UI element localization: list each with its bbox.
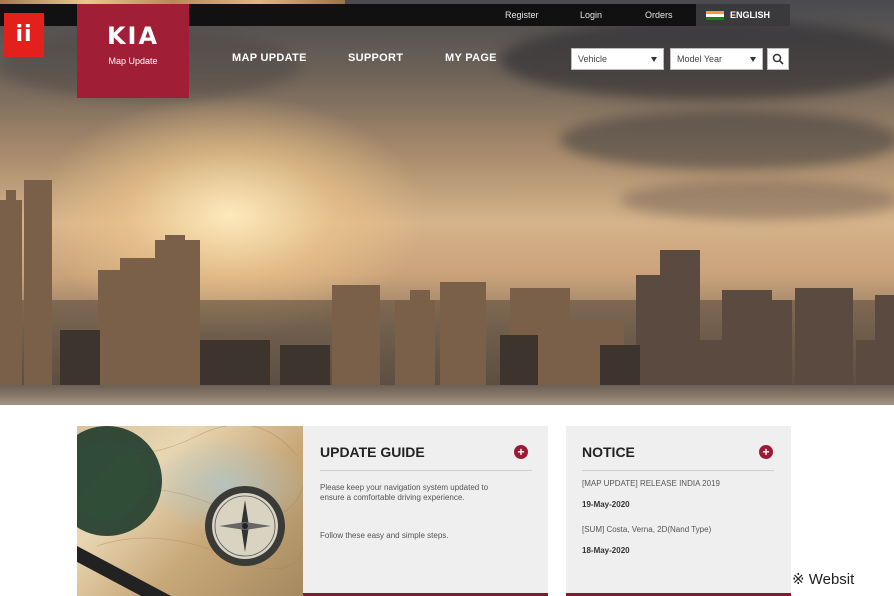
india-flag-icon — [706, 10, 724, 20]
search-icon — [772, 53, 784, 65]
waterfront — [0, 385, 894, 405]
website-note: ※ Websit — [792, 571, 855, 588]
vehicle-select[interactable]: Vehicle — [571, 48, 664, 70]
vehicle-select-value: Vehicle — [578, 54, 608, 64]
compass-map-image — [77, 426, 303, 596]
notice-title: NOTICE — [582, 444, 635, 460]
notice-item-link[interactable]: [MAP UPDATE] RELEASE INDIA 2019 — [582, 479, 777, 489]
register-link[interactable]: Register — [505, 4, 539, 26]
update-guide-paragraph: Please keep your navigation system updat… — [320, 483, 489, 502]
notice-item-date: 19-May-2020 — [582, 500, 630, 509]
card-divider — [320, 470, 532, 471]
chevron-down-icon — [651, 57, 657, 62]
chevron-down-icon — [750, 57, 756, 62]
language-selector[interactable]: ENGLISH — [696, 4, 790, 26]
nav-support[interactable]: SUPPORT — [348, 52, 403, 64]
update-guide-more-button[interactable]: + — [514, 445, 528, 459]
login-link[interactable]: Login — [580, 4, 602, 26]
model-year-select-value: Model Year — [677, 54, 723, 64]
nav-map-update[interactable]: MAP UPDATE — [232, 52, 307, 64]
logo-subtitle: Map Update — [108, 56, 158, 66]
language-label: ENGLISH — [730, 10, 771, 20]
update-guide-steps-text: Follow these easy and simple steps. — [320, 531, 449, 540]
model-year-select[interactable]: Model Year — [670, 48, 763, 70]
search-button[interactable] — [767, 48, 789, 70]
nav-my-page[interactable]: MY PAGE — [445, 52, 497, 64]
notice-more-button[interactable]: + — [759, 445, 773, 459]
kia-logo[interactable]: KIA Map Update — [77, 4, 189, 98]
logo-brand: KIA — [106, 22, 160, 50]
notice-item-date: 18-May-2020 — [582, 546, 630, 555]
notice-item-link[interactable]: [SUM] Costa, Verna, 2D(Nand Type) — [582, 525, 777, 535]
orders-link[interactable]: Orders — [645, 4, 673, 26]
page-badge: ii — [4, 13, 44, 57]
card-divider — [582, 470, 774, 471]
update-guide-title: UPDATE GUIDE — [320, 444, 425, 460]
